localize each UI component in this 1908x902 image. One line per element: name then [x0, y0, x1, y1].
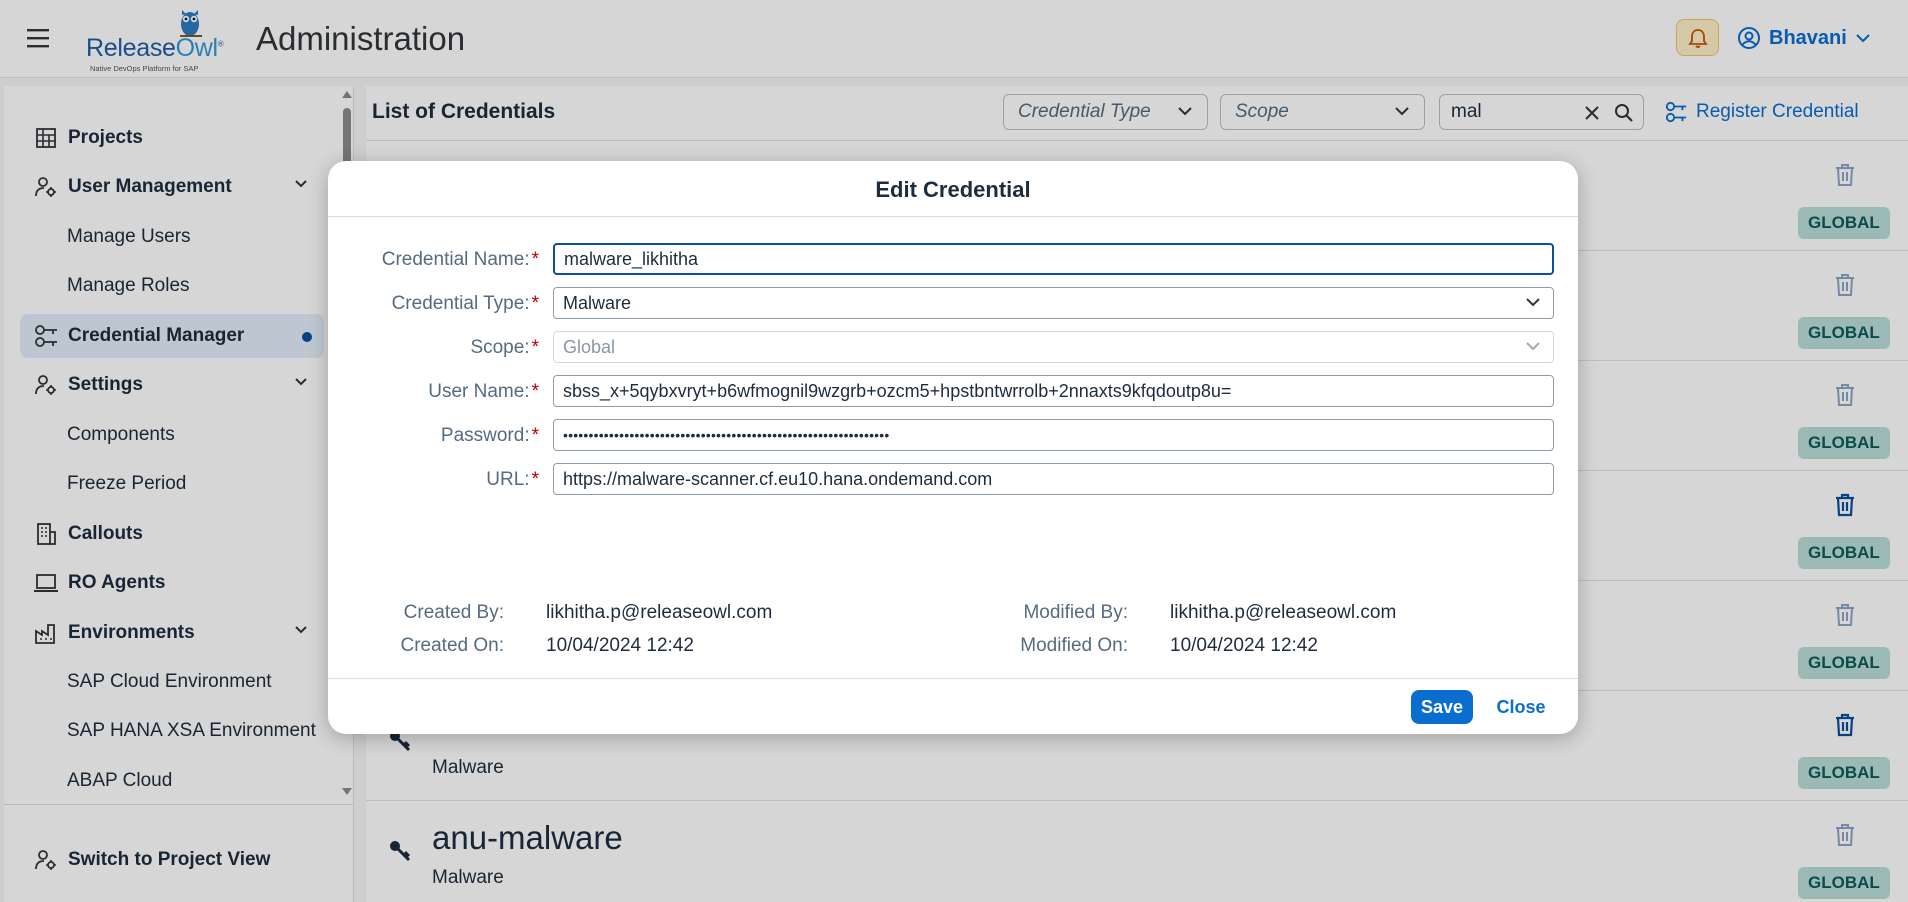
modified-on-label: Modified On:	[1020, 635, 1128, 656]
dialog-title: Edit Credential	[875, 177, 1031, 202]
close-button[interactable]: Close	[1486, 690, 1556, 724]
password-input[interactable]: ••••••••••••••••••••••••••••••••••••••••…	[553, 419, 1554, 451]
credential-name-input[interactable]: malware_likhitha	[553, 243, 1554, 275]
user-name-label: User Name: *	[428, 381, 539, 402]
created-by-label: Created By:	[403, 602, 504, 623]
url-input[interactable]: https://malware-scanner.cf.eu10.hana.ond…	[553, 463, 1554, 495]
chevron-down-icon	[1525, 297, 1541, 307]
modified-on-value: 10/04/2024 12:42	[1170, 635, 1318, 656]
scope-label: Scope: *	[470, 337, 539, 358]
select-value: Global	[563, 336, 616, 357]
modified-by-label: Modified By:	[1023, 602, 1128, 623]
credential-type-label: Credential Type: *	[391, 293, 539, 314]
select-value: Malware	[563, 292, 632, 313]
divider	[328, 216, 1578, 217]
created-by-value: likhitha.p@releaseowl.com	[546, 602, 773, 623]
scope-select: Global	[553, 331, 1554, 363]
save-button[interactable]: Save	[1411, 690, 1473, 724]
modified-by-value: likhitha.p@releaseowl.com	[1170, 602, 1397, 623]
created-on-value: 10/04/2024 12:42	[546, 635, 694, 656]
divider	[328, 678, 1578, 679]
edit-credential-dialog: Edit Credential Credential Name: * malwar…	[328, 161, 1578, 734]
credential-type-select[interactable]: Malware	[553, 287, 1554, 319]
url-label: URL: *	[486, 469, 539, 490]
user-name-input[interactable]: sbss_x+5qybxvryt+b6wfmognil9wzgrb+ozcm5+…	[553, 375, 1554, 407]
password-label: Password: *	[440, 425, 539, 446]
credential-name-label: Credential Name: *	[381, 249, 539, 270]
created-on-label: Created On:	[400, 635, 505, 656]
chevron-down-icon	[1525, 341, 1541, 351]
